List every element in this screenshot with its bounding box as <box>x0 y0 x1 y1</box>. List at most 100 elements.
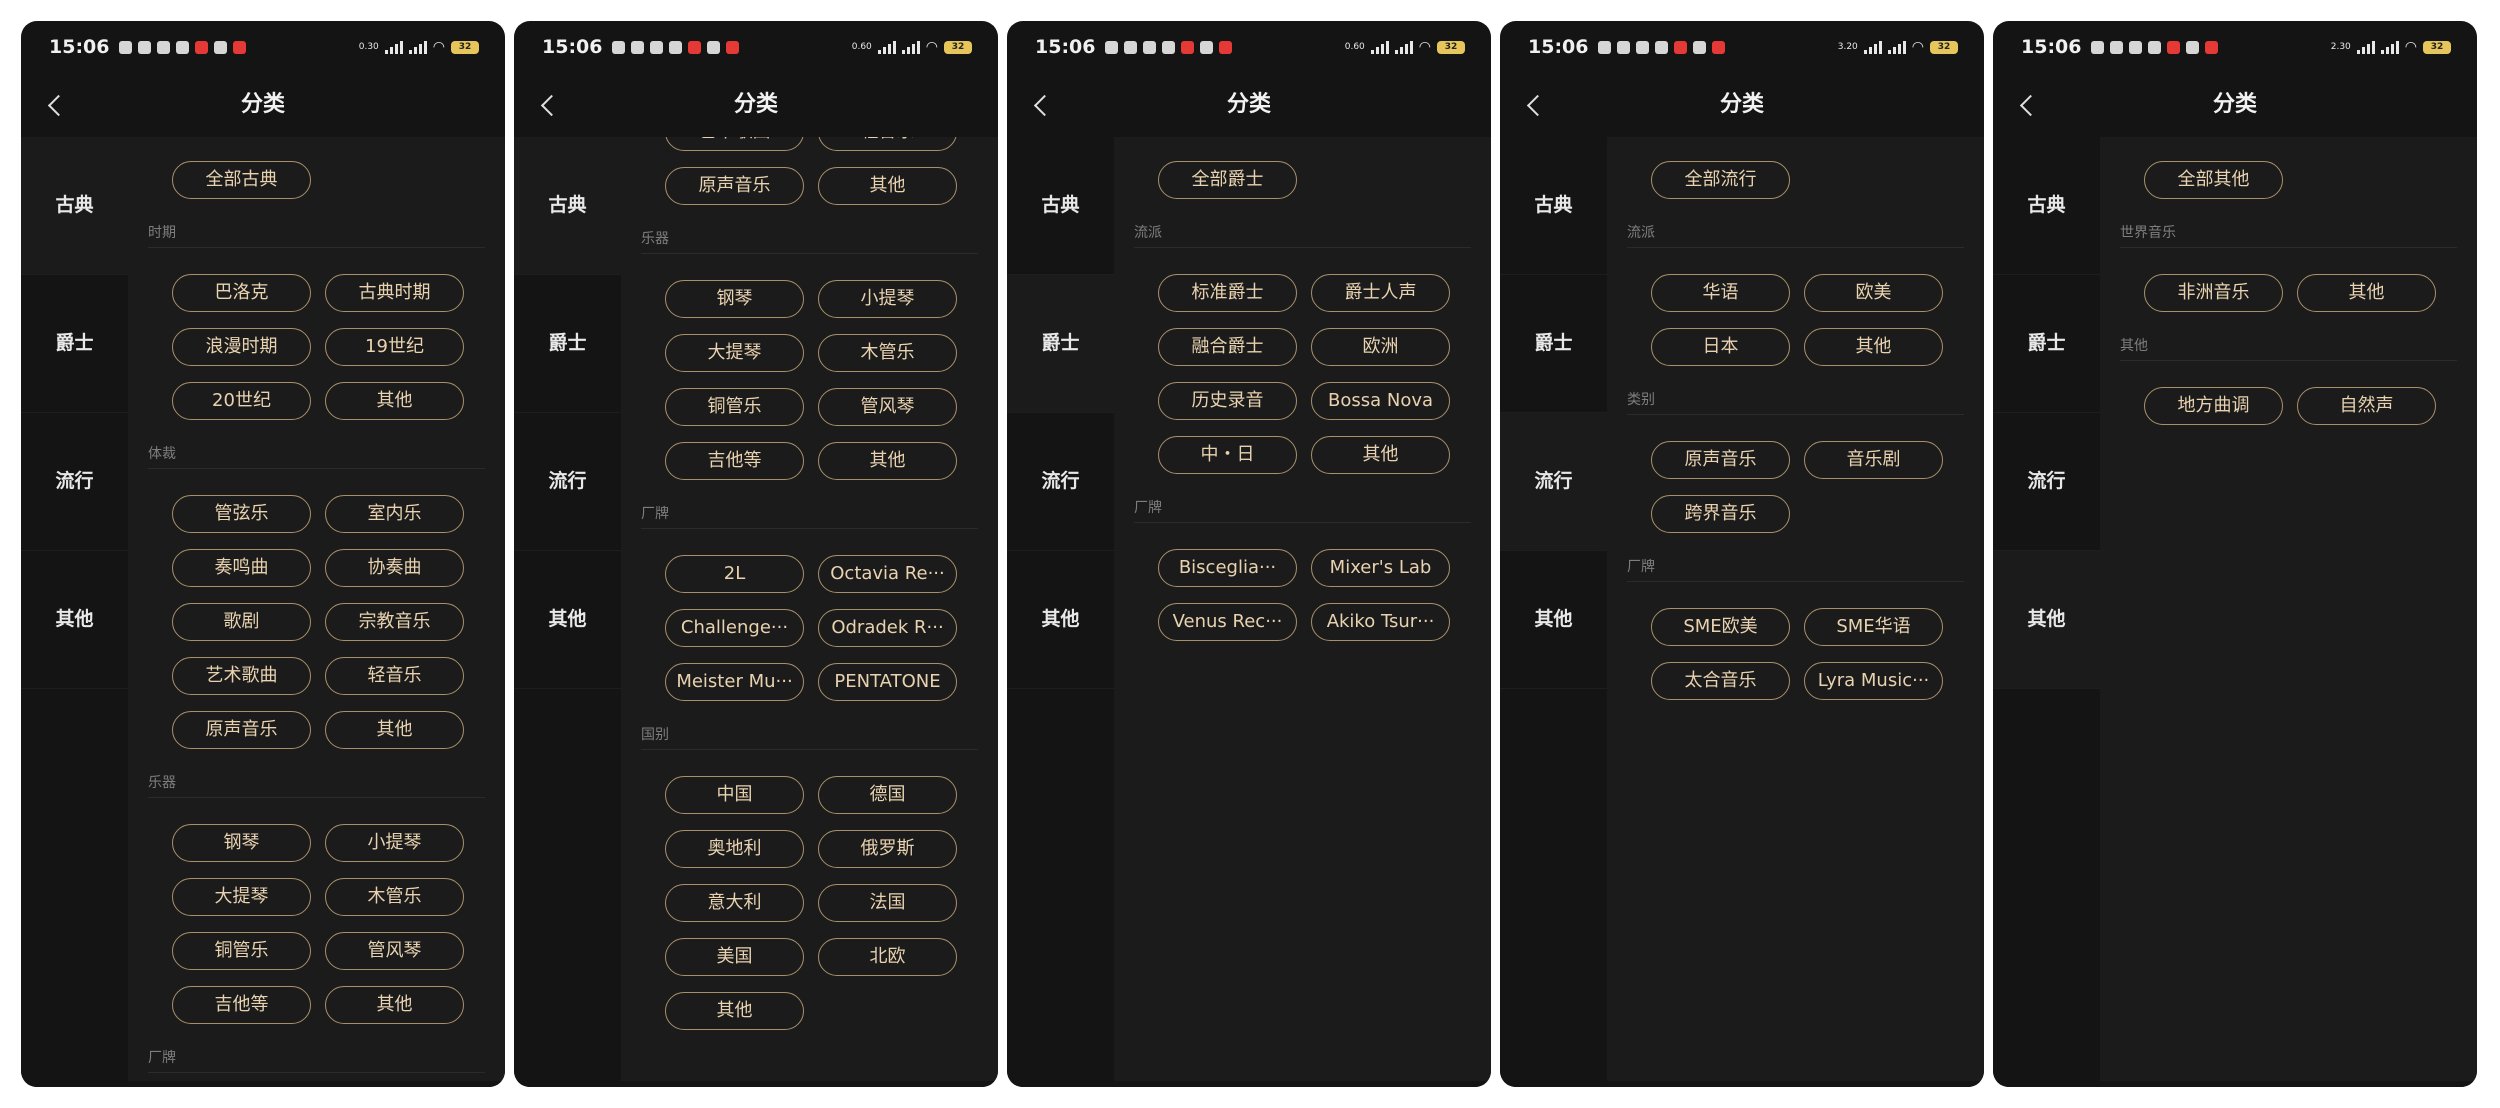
category-chip[interactable]: 钢琴 <box>665 280 804 318</box>
category-chip[interactable]: 大提琴 <box>665 334 804 372</box>
category-chip[interactable]: 艺术歌曲 <box>172 657 311 695</box>
category-chip[interactable]: 融合爵士 <box>1158 328 1297 366</box>
category-chip[interactable]: 巴洛克 <box>172 274 311 312</box>
category-chip[interactable]: 其他 <box>325 711 464 749</box>
category-chip[interactable]: 日本 <box>1651 328 1790 366</box>
category-chip[interactable]: 音乐剧 <box>1804 441 1943 479</box>
category-chip[interactable]: 歌剧 <box>172 603 311 641</box>
sidebar-item[interactable]: 流行 <box>1500 413 1607 551</box>
sidebar-item[interactable]: 爵士 <box>1993 275 2100 413</box>
category-chip[interactable]: 地方曲调 <box>2144 387 2283 425</box>
sidebar-item[interactable]: 其他 <box>1993 551 2100 689</box>
category-chip[interactable]: 爵士人声 <box>1311 274 1450 312</box>
category-chip[interactable]: Lyra Music··· <box>1804 662 1943 700</box>
sidebar-item[interactable]: 其他 <box>21 551 128 689</box>
sidebar-item[interactable]: 流行 <box>514 413 621 551</box>
category-chip[interactable]: 俄罗斯 <box>818 830 957 868</box>
category-chip[interactable]: 其他 <box>1311 436 1450 474</box>
category-chip[interactable]: 室内乐 <box>325 495 464 533</box>
category-chip[interactable]: 奥地利 <box>665 830 804 868</box>
category-chip[interactable]: 其他 <box>2297 274 2436 312</box>
category-chip[interactable]: 欧美 <box>1804 274 1943 312</box>
category-chip[interactable]: 古典时期 <box>325 274 464 312</box>
category-chip[interactable]: 美国 <box>665 938 804 976</box>
category-chip[interactable]: 全部古典 <box>172 161 311 199</box>
category-chip[interactable]: 管风琴 <box>818 388 957 426</box>
category-chip[interactable]: 艺术歌曲 <box>665 137 804 151</box>
sidebar-item[interactable]: 流行 <box>1007 413 1114 551</box>
category-chip[interactable]: 太合音乐 <box>1651 662 1790 700</box>
sidebar-item[interactable]: 其他 <box>1500 551 1607 689</box>
category-chip[interactable]: 轻音乐 <box>818 137 957 151</box>
category-chip[interactable]: 钢琴 <box>172 824 311 862</box>
category-chip[interactable]: 意大利 <box>665 884 804 922</box>
category-chip[interactable]: 浪漫时期 <box>172 328 311 366</box>
category-chip[interactable]: 20世纪 <box>172 382 311 420</box>
category-chip[interactable]: Bisceglia··· <box>1158 549 1297 587</box>
category-chip[interactable]: 自然声 <box>2297 387 2436 425</box>
sidebar-item[interactable]: 古典 <box>1500 137 1607 275</box>
category-chip[interactable]: 吉他等 <box>665 442 804 480</box>
category-chip[interactable]: 其他 <box>1804 328 1943 366</box>
category-chip[interactable]: 华语 <box>1651 274 1790 312</box>
category-chip[interactable]: Challenge··· <box>665 609 804 647</box>
category-chip[interactable]: 全部其他 <box>2144 161 2283 199</box>
category-chip[interactable]: 小提琴 <box>818 280 957 318</box>
category-chip[interactable]: 法国 <box>818 884 957 922</box>
sidebar-item[interactable]: 流行 <box>1993 413 2100 551</box>
category-chip[interactable]: 历史录音 <box>1158 382 1297 420</box>
sidebar-item[interactable]: 古典 <box>21 137 128 275</box>
sidebar-item[interactable]: 古典 <box>514 137 621 275</box>
category-chip[interactable]: 管风琴 <box>325 932 464 970</box>
sidebar-item[interactable]: 古典 <box>1993 137 2100 275</box>
category-chip[interactable]: Meister Mu··· <box>665 663 804 701</box>
category-chip[interactable]: 奏鸣曲 <box>172 549 311 587</box>
sidebar-item[interactable]: 爵士 <box>21 275 128 413</box>
category-chip[interactable]: 原声音乐 <box>172 711 311 749</box>
category-chip[interactable]: Odradek R··· <box>818 609 957 647</box>
category-chip[interactable]: PENTATONE <box>818 663 957 701</box>
sidebar-item[interactable]: 其他 <box>1007 551 1114 689</box>
category-chip[interactable]: 19世纪 <box>325 328 464 366</box>
category-chip[interactable]: 跨界音乐 <box>1651 495 1790 533</box>
category-chip[interactable]: 其他 <box>818 442 957 480</box>
category-chip[interactable]: Bossa Nova <box>1311 382 1450 420</box>
category-chip[interactable]: Mixer's Lab <box>1311 549 1450 587</box>
category-chip[interactable]: 中国 <box>665 776 804 814</box>
category-chip[interactable]: 北欧 <box>818 938 957 976</box>
category-chip[interactable]: Akiko Tsur··· <box>1311 603 1450 641</box>
sidebar-item[interactable]: 爵士 <box>1007 275 1114 413</box>
category-chip[interactable]: 其他 <box>665 992 804 1030</box>
sidebar-item[interactable]: 古典 <box>1007 137 1114 275</box>
category-chip[interactable]: 其他 <box>325 382 464 420</box>
category-chip[interactable]: 德国 <box>818 776 957 814</box>
category-chip[interactable]: 大提琴 <box>172 878 311 916</box>
sidebar-item[interactable]: 流行 <box>21 413 128 551</box>
category-chip[interactable]: 管弦乐 <box>172 495 311 533</box>
category-chip[interactable]: SME欧美 <box>1651 608 1790 646</box>
category-chip[interactable]: 木管乐 <box>818 334 957 372</box>
sidebar-item[interactable]: 其他 <box>514 551 621 689</box>
category-chip[interactable]: SME华语 <box>1804 608 1943 646</box>
category-chip[interactable]: 协奏曲 <box>325 549 464 587</box>
category-chip[interactable]: 原声音乐 <box>1651 441 1790 479</box>
category-chip[interactable]: 宗教音乐 <box>325 603 464 641</box>
category-chip[interactable]: 木管乐 <box>325 878 464 916</box>
category-chip[interactable]: 原声音乐 <box>665 167 804 205</box>
category-chip[interactable]: 全部流行 <box>1651 161 1790 199</box>
sidebar-item[interactable]: 爵士 <box>1500 275 1607 413</box>
category-chip[interactable]: 2L <box>665 555 804 593</box>
category-chip[interactable]: 轻音乐 <box>325 657 464 695</box>
category-chip[interactable]: 铜管乐 <box>665 388 804 426</box>
category-chip[interactable]: 吉他等 <box>172 986 311 1024</box>
category-chip[interactable]: Octavia Re··· <box>818 555 957 593</box>
category-chip[interactable]: 其他 <box>818 167 957 205</box>
category-chip[interactable]: 中・日 <box>1158 436 1297 474</box>
category-chip[interactable]: 铜管乐 <box>172 932 311 970</box>
category-chip[interactable]: 全部爵士 <box>1158 161 1297 199</box>
category-chip[interactable]: 其他 <box>325 986 464 1024</box>
sidebar-item[interactable]: 爵士 <box>514 275 621 413</box>
category-chip[interactable]: Venus Rec··· <box>1158 603 1297 641</box>
category-chip[interactable]: 非洲音乐 <box>2144 274 2283 312</box>
category-chip[interactable]: 欧洲 <box>1311 328 1450 366</box>
